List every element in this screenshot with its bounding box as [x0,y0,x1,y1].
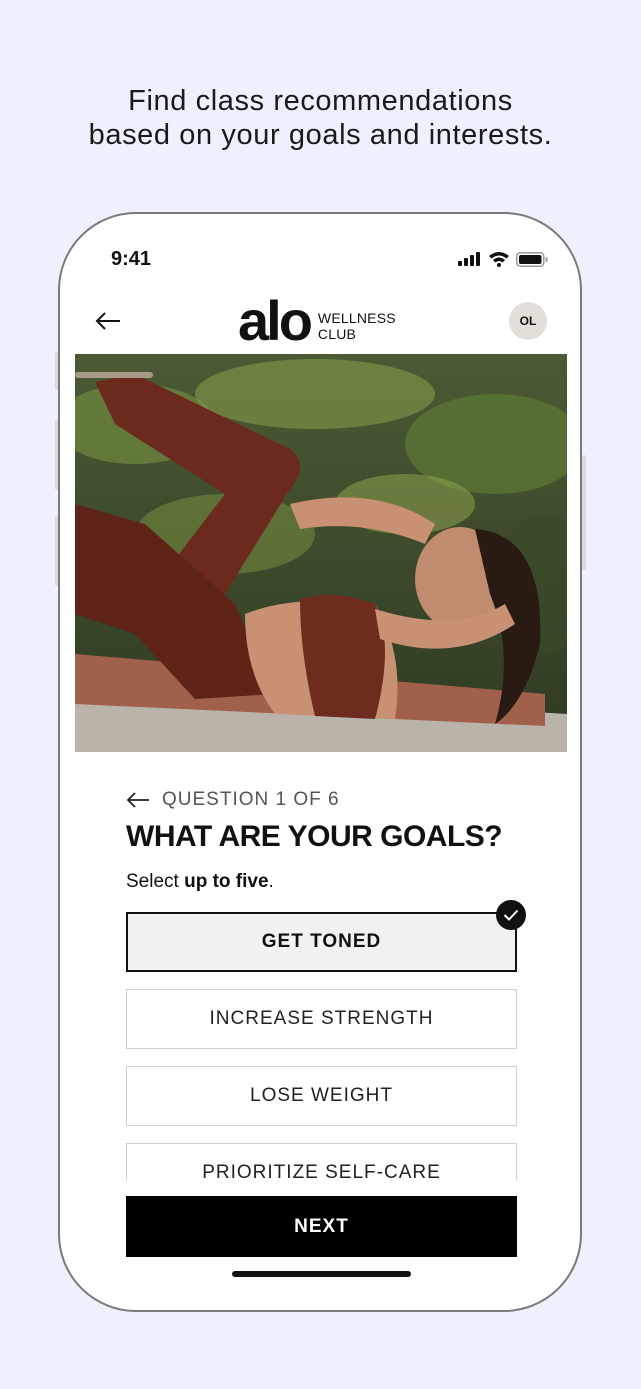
question-header: QUESTION 1 OF 6 [126,789,340,811]
option-increase-strength[interactable]: INCREASE STRENGTH [126,989,517,1049]
brand-logo: alo WELLNESS CLUB [238,289,396,352]
next-button[interactable]: NEXT [126,1196,517,1257]
logo-subtitle: WELLNESS CLUB [318,310,396,342]
device-power-button [582,455,586,570]
check-icon [496,900,526,930]
list-clip-mask [120,1180,530,1196]
question-subtitle: Select up to five. [126,871,274,893]
subtitle-emphasis: up to five [184,871,269,892]
promo-line-2: based on your goals and interests. [88,119,553,151]
phone-frame: 9:41 alo WELLNESS CLUB OL QUESTION 1 OF … [58,212,582,1312]
promo-line-1: Find class recommendations [128,85,513,117]
option-label: LOSE WEIGHT [250,1085,393,1106]
back-arrow-icon[interactable] [94,310,122,332]
hero-image [75,354,567,752]
question-title: WHAT ARE YOUR GOALS? [126,820,503,853]
status-time: 9:41 [111,248,152,270]
logo-sub-line-2: CLUB [317,326,357,342]
option-label: INCREASE STRENGTH [209,1008,434,1029]
signal-icon [458,252,480,266]
option-get-toned[interactable]: GET TONED [126,900,526,972]
subtitle-prefix: Select [126,871,185,892]
battery-icon [516,251,548,267]
option-lose-weight[interactable]: LOSE WEIGHT [126,1066,517,1126]
wifi-icon [489,252,509,267]
home-indicator[interactable] [232,1271,411,1277]
status-icons [458,251,548,267]
question-counter: QUESTION 1 OF 6 [162,789,340,810]
avatar[interactable]: OL [509,302,547,340]
logo-sub-line-1: WELLNESS [317,310,396,326]
subtitle-suffix: . [268,871,274,892]
hero-photo-illustration [75,354,567,752]
question-back-arrow-icon[interactable] [126,791,150,809]
option-label: GET TONED [261,931,382,952]
promo-headline: Find class recommendations based on your… [0,84,641,152]
logo-wordmark: alo [238,289,313,352]
